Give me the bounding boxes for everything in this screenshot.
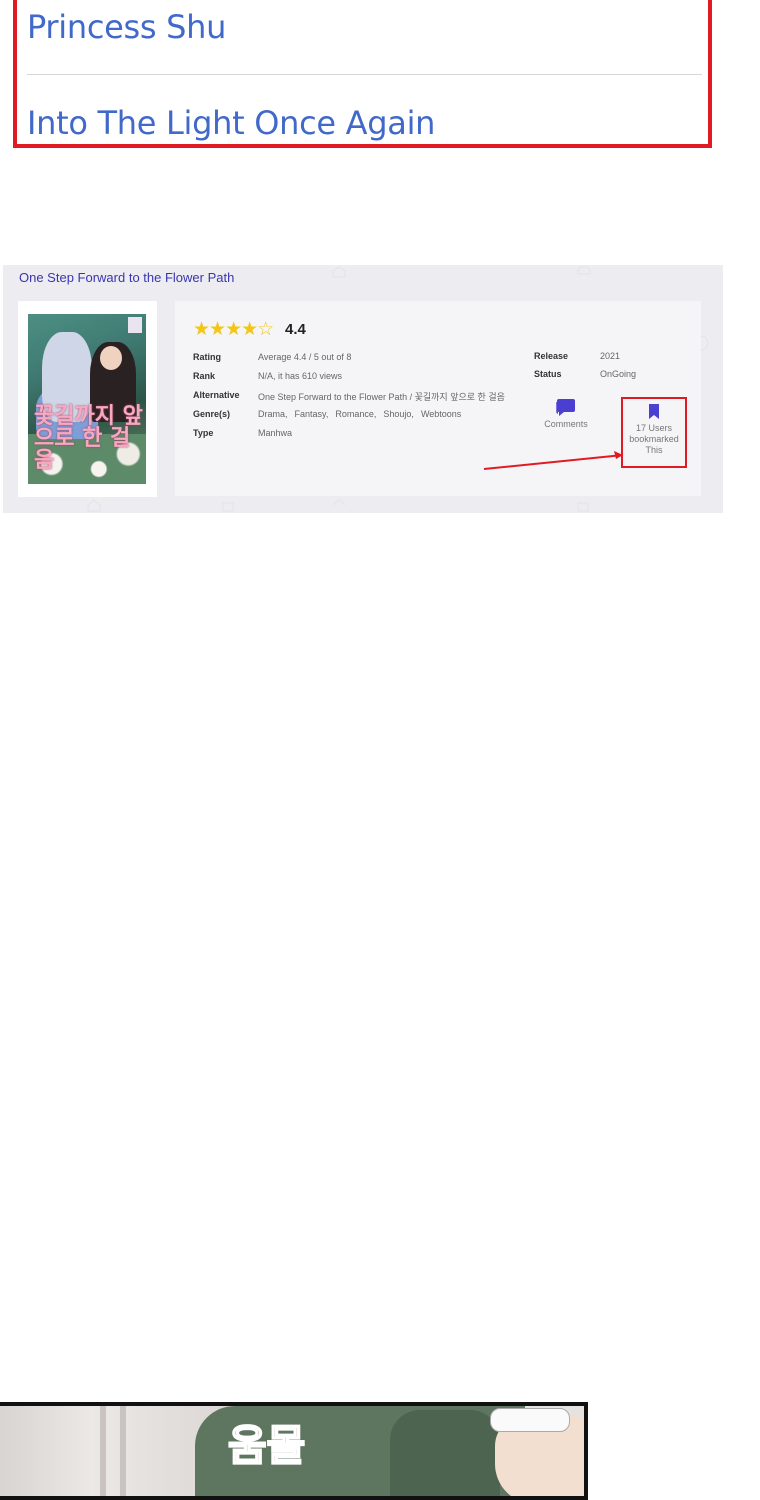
bookmark-label-line-3: This	[645, 445, 663, 455]
cover-image[interactable]: 꽃길까지 앞으로 한 걸음	[28, 314, 146, 484]
bookmark-label-line-2: bookmarked	[629, 434, 679, 444]
info-panel: ★★★★☆ 4.4 Rating Average 4.4 / 5 out of …	[175, 301, 701, 496]
cover-badge	[128, 317, 142, 333]
genre-link-romance[interactable]: Romance,	[335, 409, 376, 419]
genre-link-webtoons[interactable]: Webtoons	[421, 409, 461, 419]
bookmark-label-line-1: 17 Users	[635, 423, 672, 433]
divider	[27, 74, 702, 75]
rating-stars: ★★★★☆	[193, 319, 274, 340]
status-value: OnGoing	[600, 369, 637, 379]
type-value: Manhwa	[258, 428, 293, 438]
rank-value: N/A, it has 610 views	[258, 371, 343, 381]
rating-label: Rating	[193, 352, 221, 362]
release-value: 2021	[600, 351, 621, 361]
highlighted-title-list: Princess Shu Into The Light Once Again	[13, 0, 712, 148]
type-label: Type	[193, 428, 214, 438]
alternative-label: Alternative	[193, 390, 240, 400]
alternative-value: One Step Forward to the Flower Path / 꽃길…	[258, 392, 505, 402]
genres-list: Drama, Fantasy, Romance, Shoujo, Webtoons	[258, 409, 468, 419]
rating-value: Average 4.4 / 5 out of 8	[258, 352, 352, 362]
genre-link-fantasy[interactable]: Fantasy,	[295, 409, 329, 419]
cover-frame: 꽃길까지 앞으로 한 걸음	[18, 301, 157, 497]
comic-sound-effect: 움몰	[227, 1420, 306, 1471]
manga-title-link[interactable]: One Step Forward to the Flower Path	[19, 270, 234, 285]
bookmark-count-label: 17 Users bookmarked This	[623, 423, 685, 456]
comments-icon	[556, 399, 575, 416]
comments-button[interactable]: Comments	[535, 398, 597, 429]
genre-link-drama[interactable]: Drama,	[258, 409, 288, 419]
cover-title-art: 꽃길까지 앞으로 한 걸음	[34, 404, 143, 473]
rating-number: 4.4	[285, 321, 306, 338]
genres-label: Genre(s)	[193, 409, 231, 419]
list-item-into-the-light[interactable]: Into The Light Once Again	[27, 104, 435, 142]
bookmark-icon	[649, 404, 659, 419]
list-item-princess-shu[interactable]: Princess Shu	[27, 8, 226, 46]
manga-info-card: One Step Forward to the Flower Path 꽃길까지…	[3, 265, 723, 513]
status-label: Status	[534, 369, 562, 379]
comic-panel: 움몰	[0, 1402, 588, 1500]
comments-label: Comments	[544, 419, 588, 429]
rank-label: Rank	[193, 371, 216, 381]
bookmark-button[interactable]: 17 Users bookmarked This	[621, 397, 687, 468]
release-label: Release	[534, 351, 569, 361]
genre-link-shoujo[interactable]: Shoujo,	[383, 409, 414, 419]
